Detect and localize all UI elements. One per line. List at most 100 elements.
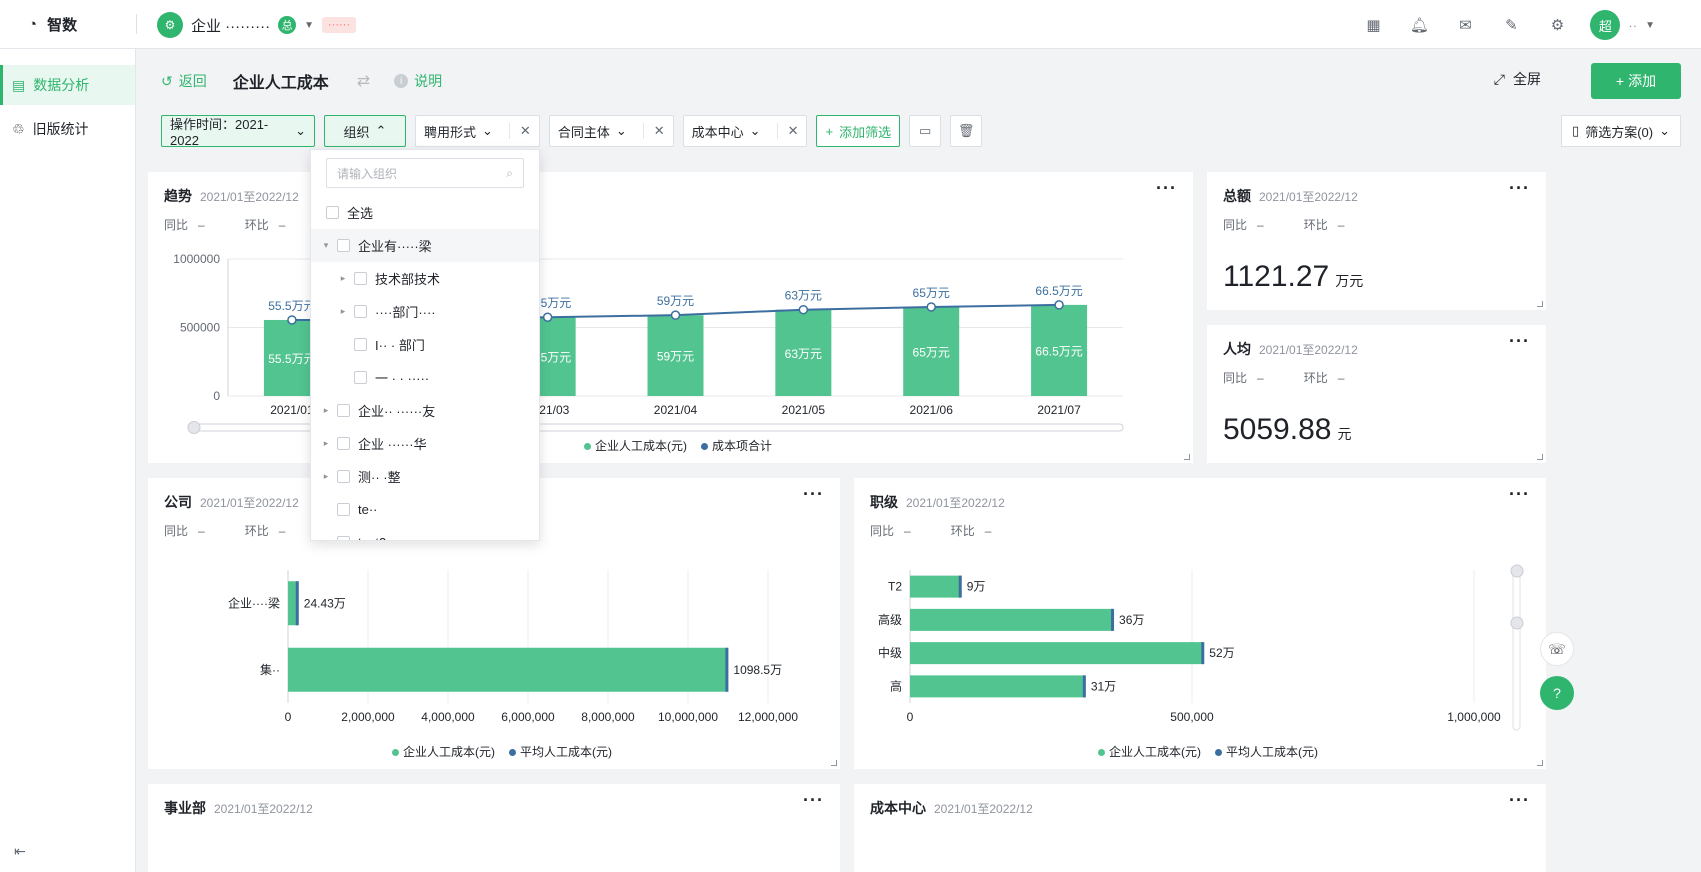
add-filter-label: 添加筛选 (839, 124, 892, 140)
back-label: 返回 (178, 73, 207, 89)
filter-scheme-label: 筛选方案(0) (1585, 124, 1654, 140)
headset-icon[interactable]: ☏ (1540, 632, 1574, 666)
expand-caret-icon[interactable]: ▸ (319, 438, 333, 449)
org-tree-item[interactable]: ▸ 企业·· ······友 (311, 394, 539, 427)
collapse-sidebar-icon[interactable]: ⇤ (14, 843, 26, 860)
contract-filter[interactable]: 合同主体 ⌄ ✕ (548, 115, 674, 147)
org-tree-item[interactable]: I·· · 部门 (311, 328, 539, 361)
company-legend: 企业人工成本(元) 平均人工成本(元) (392, 743, 612, 760)
expand-caret-icon[interactable]: ▸ (319, 405, 333, 416)
back-button[interactable]: ↺ 返回 (161, 71, 207, 91)
company-name: 企业 ········· (191, 17, 271, 35)
checkbox[interactable] (354, 371, 367, 384)
time-filter[interactable]: 操作时间：2021-2022 ⌄ (161, 115, 315, 148)
org-tree-item[interactable]: ▸ 技术部技术 (311, 262, 539, 295)
line-data-label: 66.5万元 (1035, 284, 1082, 298)
user-menu[interactable]: 超 ·· ▼ (1590, 10, 1655, 40)
checkbox[interactable] (337, 536, 350, 540)
store-icon[interactable]: ▦ (1360, 12, 1386, 38)
checkbox[interactable] (354, 338, 367, 351)
org-tree-item[interactable]: ▸ ····部门···· (311, 295, 539, 328)
fullscreen-button[interactable]: ⤢ 全屏 (1494, 69, 1541, 89)
y-tick-label: 企业····梁 (228, 595, 280, 610)
company-switcher[interactable]: ⚙ 企业 ········· 总 ▼ ······ (157, 12, 357, 38)
sidebar-item-label: 旧版统计 (32, 121, 89, 137)
org-search-input[interactable]: 请输入组织 ⌕ (326, 158, 524, 188)
employ-filter[interactable]: 聘用形式 ⌄ ✕ (415, 115, 540, 147)
sidebar-item-data-analysis[interactable]: ▤ 数据分析 (0, 65, 135, 105)
org-tree-item[interactable]: te·· (311, 493, 539, 526)
legend-item[interactable]: 平均人工成本(元) (509, 743, 612, 760)
x-tick-label: 0 (907, 710, 914, 724)
chevron-down-icon: ⌄ (749, 123, 761, 138)
org-tree-item[interactable]: ▸ 测·· ·整 (311, 460, 539, 493)
close-icon[interactable]: ✕ (508, 123, 531, 139)
app-brand[interactable]: ◔ 智数 (0, 14, 140, 35)
resize-handle[interactable] (831, 760, 837, 766)
checkbox[interactable] (354, 305, 367, 318)
legend-item[interactable]: 平均人工成本(元) (1215, 743, 1318, 760)
expand-caret-icon[interactable]: ▾ (319, 240, 333, 251)
filter-scheme-select[interactable]: ▯ 筛选方案(0) ⌄ (1561, 115, 1681, 147)
checkbox[interactable] (326, 206, 339, 219)
checkbox[interactable] (337, 239, 350, 252)
legend-item[interactable]: 成本项合计 (701, 437, 772, 454)
legend-item[interactable]: 企业人工成本(元) (584, 437, 687, 454)
sidebar-item-legacy-stats[interactable]: ♲ 旧版统计 (0, 109, 135, 149)
select-all-option[interactable]: 全选 (311, 196, 539, 229)
inbox-icon[interactable]: ✉ (1452, 12, 1478, 38)
expand-caret-icon[interactable]: ▸ (336, 273, 350, 284)
resize-handle[interactable] (1537, 760, 1543, 766)
org-tree-item[interactable]: 一 · · ····· (311, 361, 539, 394)
resize-handle[interactable] (1537, 454, 1543, 460)
org-tree-item[interactable]: ▾ 企业有·····梁 (311, 229, 539, 262)
yoy-label: 同比 (1223, 371, 1248, 385)
x-tick-label: 2021/06 (910, 403, 954, 417)
trash-icon[interactable]: 🗑︎ (950, 115, 983, 147)
filter-bar: 操作时间：2021-2022 ⌄ 组织 ⌃ 聘用形式 ⌄ ✕ 合同主体 ⌄ ✕ … (161, 115, 1681, 148)
date-range: 2021/01至2022/12 (1259, 190, 1358, 204)
gear-icon[interactable]: ⚙ (1544, 12, 1570, 38)
close-icon[interactable]: ✕ (776, 123, 798, 139)
add-filter-button[interactable]: + 添加筛选 (816, 115, 901, 147)
cost-center-filter-label: 成本中心 (691, 124, 744, 140)
add-button[interactable]: + 添加 (1591, 63, 1681, 99)
checkbox[interactable] (337, 404, 350, 417)
checkbox[interactable] (354, 272, 367, 285)
avg-number: 5059.88 (1223, 413, 1332, 446)
line-data-label: 55.5万元 (268, 299, 315, 313)
line-data-label: 59万元 (657, 294, 694, 308)
more-icon[interactable]: ··· (1509, 790, 1530, 811)
expand-caret-icon[interactable]: ▸ (336, 306, 350, 317)
more-icon[interactable]: ··· (803, 790, 824, 811)
card-title: 成本中心 2021/01至2022/12 (870, 798, 1033, 818)
org-tree-label: I·· · 部门 (375, 338, 425, 353)
legend-label: 平均人工成本(元) (520, 745, 612, 759)
expand-caret-icon[interactable]: ▸ (319, 471, 333, 482)
more-icon[interactable]: ··· (1509, 178, 1530, 199)
legend-item[interactable]: 企业人工成本(元) (1098, 743, 1201, 760)
checkbox[interactable] (337, 503, 350, 516)
resize-handle[interactable] (1537, 301, 1543, 307)
y-tick-label: 500000 (180, 321, 220, 335)
help-icon[interactable]: ? (1540, 676, 1574, 710)
total-number: 1121.27 (1223, 260, 1330, 293)
compare-row: 同比 – 环比 – (1223, 369, 1344, 386)
checkbox[interactable] (337, 470, 350, 483)
resize-handle[interactable] (1184, 454, 1190, 460)
cost-center-filter[interactable]: 成本中心 ⌄ ✕ (682, 115, 808, 147)
org-filter[interactable]: 组织 ⌃ (324, 115, 406, 147)
swap-icon[interactable]: ⇄ (357, 71, 370, 91)
yoy-value: – (1257, 371, 1264, 385)
more-icon[interactable]: ··· (1509, 331, 1530, 352)
bell-icon[interactable]: 🔔︎ (1406, 12, 1432, 38)
legend-item[interactable]: 企业人工成本(元) (392, 743, 495, 760)
org-tree-item[interactable]: ▸ 企业 ······华 (311, 427, 539, 460)
y-tick-label: T2 (888, 580, 902, 594)
description-link[interactable]: i 说明 (394, 71, 442, 91)
save-icon[interactable]: ▭ (909, 115, 942, 147)
close-icon[interactable]: ✕ (642, 123, 665, 139)
checkbox[interactable] (337, 437, 350, 450)
edit-icon[interactable]: ✎ (1498, 12, 1524, 38)
org-tree-item[interactable]: test2 (311, 526, 539, 540)
